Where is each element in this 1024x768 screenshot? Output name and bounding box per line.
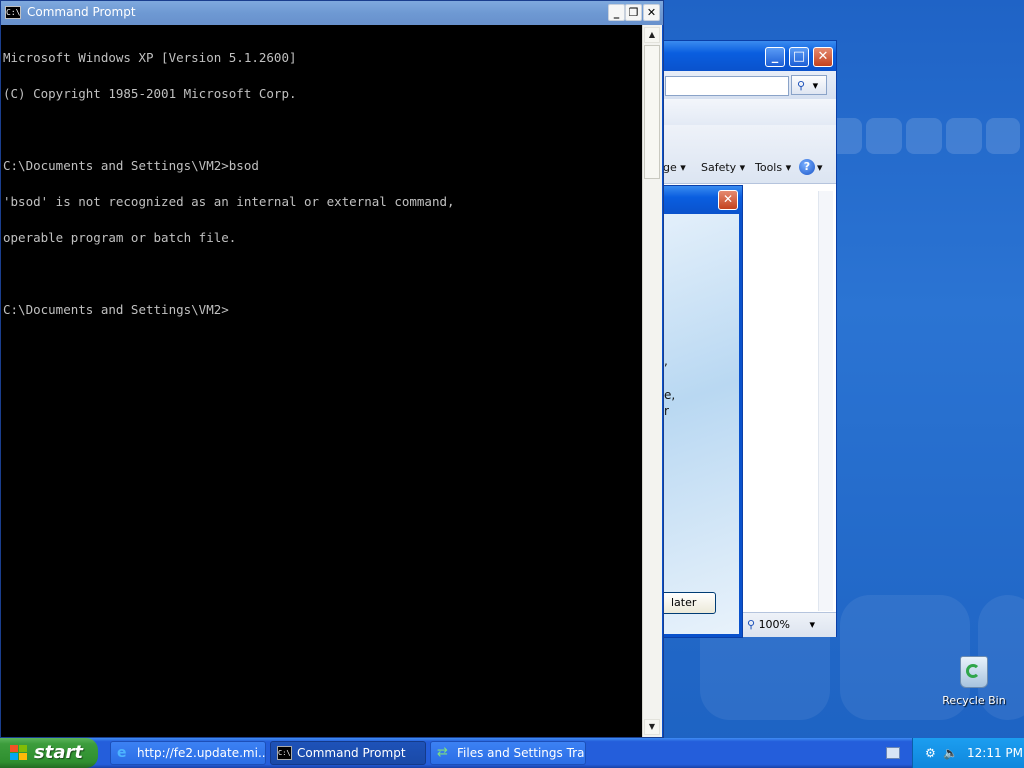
chevron-down-icon[interactable]: ▾ (817, 161, 823, 174)
fs-close-button[interactable]: ✕ (718, 190, 738, 210)
console-line: C:\Documents and Settings\VM2>bsod (3, 158, 259, 173)
desktop-tile (906, 118, 942, 154)
ie-page-menu[interactable]: ge ▾ (663, 161, 686, 174)
console-prompt-line[interactable]: C:\Documents and Settings\VM2> (3, 303, 642, 316)
taskbar-item-label: http://fe2.update.mi... (137, 746, 266, 760)
window-title: Command Prompt (27, 5, 136, 19)
console-output[interactable]: Microsoft Windows XP [Version 5.1.2600] … (1, 25, 642, 737)
zoom-control[interactable]: ⚲ 100% ▾ (747, 618, 815, 631)
scroll-down-arrow-icon[interactable]: ▼ (644, 719, 660, 735)
zoom-icon: ⚲ (747, 618, 756, 631)
taskbar-item-label: Command Prompt (297, 746, 406, 760)
fs-text-fragment: , (664, 354, 668, 368)
console-line: operable program or batch file. (3, 230, 237, 245)
system-tray: ⚙ 🔈 12:11 PM (912, 738, 1024, 768)
console-scrollbar[interactable]: ▲ ▼ (642, 25, 662, 737)
search-icon: ⚲ (797, 79, 806, 92)
fs-text-fragment: e, (664, 388, 676, 402)
chevron-down-icon: ▾ (809, 618, 816, 631)
recycle-bin-label: Recycle Bin (942, 694, 1006, 707)
console-line: Microsoft Windows XP [Version 5.1.2600] (3, 50, 297, 65)
ie-search-button[interactable]: ⚲ ▾ (791, 75, 827, 95)
desktop-tile (946, 118, 982, 154)
start-button[interactable]: start (0, 738, 98, 768)
ie-close-button[interactable]: ✕ (813, 47, 833, 67)
taskbar: start e http://fe2.update.mi... C:\ Comm… (0, 738, 1024, 768)
scroll-thumb[interactable] (644, 45, 660, 179)
desktop-tile (986, 118, 1020, 154)
desktop-tile (866, 118, 902, 154)
recycle-bin-icon[interactable]: Recycle Bin (940, 656, 1008, 707)
scroll-up-arrow-icon[interactable]: ▲ (644, 27, 660, 43)
command-prompt-window[interactable]: C:\ Command Prompt _ ❐ ✕ Microsoft Windo… (0, 0, 664, 738)
ie-scrollbar[interactable] (818, 191, 833, 611)
network-icon[interactable]: ⚙ (925, 746, 939, 760)
restore-button[interactable]: ❐ (625, 4, 642, 21)
ie-tools-menu[interactable]: Tools ▾ (755, 161, 791, 174)
fs-text-fragment: r (664, 404, 669, 418)
minimize-button[interactable]: _ (608, 4, 625, 21)
windows-flag-icon (10, 745, 28, 761)
console-line: 'bsod' is not recognized as an internal … (3, 194, 455, 209)
chevron-down-icon: ▾ (812, 79, 819, 92)
zoom-level: 100% (758, 618, 791, 631)
keyboard-icon[interactable] (886, 747, 900, 759)
taskbar-item-files-settings[interactable]: ⇄ Files and Settings Tra... (430, 741, 586, 765)
recycle-bin-graphic (960, 656, 988, 688)
console-line: (C) Copyright 1985-2001 Microsoft Corp. (3, 86, 297, 101)
help-icon[interactable]: ? (799, 159, 815, 175)
ie-minimize-button[interactable]: _ (765, 47, 785, 67)
ie-search-input[interactable] (665, 76, 789, 96)
start-label: start (34, 742, 83, 763)
cmd-icon: C:\ (277, 746, 292, 760)
volume-icon[interactable]: 🔈 (943, 746, 958, 760)
ie-icon: e (117, 745, 127, 761)
taskbar-item-ie[interactable]: e http://fe2.update.mi... (110, 741, 266, 765)
taskbar-item-command-prompt[interactable]: C:\ Command Prompt (270, 741, 426, 765)
cmd-titlebar[interactable]: C:\ Command Prompt _ ❐ ✕ (1, 1, 663, 25)
ie-safety-menu[interactable]: Safety ▾ (701, 161, 745, 174)
clock[interactable]: 12:11 PM (967, 738, 1023, 768)
ie-maximize-button[interactable]: □ (789, 47, 809, 67)
close-button[interactable]: ✕ (643, 4, 660, 21)
taskbar-item-label: Files and Settings Tra... (457, 746, 586, 760)
migration-icon: ⇄ (437, 745, 448, 760)
ie-page-content (743, 186, 829, 611)
cmd-icon: C:\ (5, 6, 21, 19)
